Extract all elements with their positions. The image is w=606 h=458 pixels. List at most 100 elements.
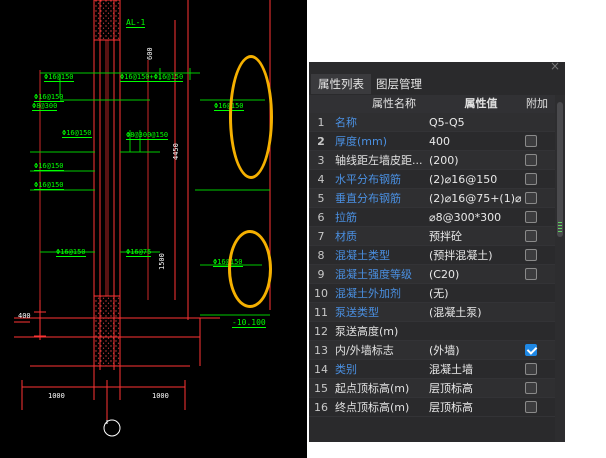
property-row[interactable]: 10 混凝土外加剂 (无) <box>309 284 555 303</box>
property-name: 起点顶标高(m) <box>335 382 410 395</box>
property-row[interactable]: 8 混凝土类型 (预拌混凝土) <box>309 246 555 265</box>
property-row[interactable]: 3 轴线距左墙皮距... (200) <box>309 151 555 170</box>
row-index: 2 <box>317 135 325 148</box>
wall-hatch-top <box>93 0 121 41</box>
extra-checkbox[interactable] <box>525 382 537 394</box>
row-index: 9 <box>317 268 325 281</box>
property-value[interactable]: 预拌砼 <box>429 227 521 246</box>
label-rebar-5: Φ16@150 <box>62 129 92 138</box>
property-name: 水平分布钢筋 <box>335 173 401 186</box>
extra-checkbox[interactable] <box>525 249 537 261</box>
property-row[interactable]: 14 类别 混凝土墙 <box>309 360 555 379</box>
property-rows: 1 名称 Q5-Q5 2 厚度(mm) 400 3 轴线距左墙皮距... (200) 4 水平分布钢… <box>309 113 555 417</box>
property-value[interactable]: (200) <box>429 151 521 170</box>
label-dim-1500: 1500 <box>158 253 166 270</box>
property-value[interactable]: (无) <box>429 284 521 303</box>
extra-checkbox[interactable] <box>525 230 537 242</box>
property-value[interactable]: (C20) <box>429 265 521 284</box>
property-name: 垂直分布钢筋 <box>335 192 401 205</box>
column-header-value[interactable]: 属性值 <box>437 95 525 113</box>
label-rebar-2: Φ16@150+Φ16@150 <box>120 73 184 82</box>
panel-tabs: 属性列表 图层管理 <box>309 74 565 94</box>
extra-checkbox[interactable] <box>525 363 537 375</box>
property-row[interactable]: 1 名称 Q5-Q5 <box>309 113 555 132</box>
label-dim-4450: 4450 <box>172 143 180 160</box>
axis-bubble <box>103 419 121 437</box>
row-index: 14 <box>314 363 328 376</box>
cad-drawing-canvas[interactable]: AL-1 Φ16@150 Φ16@150+Φ16@150 Φ16@150 Φ8@300 Φ… <box>0 0 307 458</box>
property-value[interactable]: (2)⌀16@75+(1)⌀ <box>429 189 521 208</box>
label-dim-600: 600 <box>146 47 154 60</box>
property-row[interactable]: 16 终点顶标高(m) 层顶标高 <box>309 398 555 417</box>
highlight-circle-lower <box>228 230 272 308</box>
label-rebar-1: Φ16@150 <box>44 73 74 82</box>
property-row[interactable]: 2 厚度(mm) 400 <box>309 132 555 151</box>
property-name: 泵送高度(m) <box>335 325 399 338</box>
property-name: 混凝土外加剂 <box>335 287 401 300</box>
property-name: 混凝土强度等级 <box>335 268 412 281</box>
property-value[interactable]: (混凝土泵) <box>429 303 521 322</box>
property-name: 内/外墙标志 <box>335 344 394 357</box>
property-name: 终点顶标高(m) <box>335 401 410 414</box>
row-index: 4 <box>317 173 325 186</box>
property-value[interactable]: 层顶标高 <box>429 398 521 417</box>
row-index: 16 <box>314 401 328 414</box>
extra-checkbox[interactable] <box>525 135 537 147</box>
row-index: 10 <box>314 287 328 300</box>
property-name: 轴线距左墙皮距... <box>335 154 423 167</box>
row-index: 11 <box>314 306 328 319</box>
row-index: 7 <box>317 230 325 243</box>
property-row[interactable]: 11 泵送类型 (混凝土泵) <box>309 303 555 322</box>
property-row[interactable]: 6 拉筋 ⌀8@300*300 <box>309 208 555 227</box>
row-index: 3 <box>317 154 325 167</box>
property-value[interactable]: 层顶标高 <box>429 379 521 398</box>
label-al1: AL-1 <box>126 18 146 28</box>
extra-checkbox[interactable] <box>525 154 537 166</box>
row-index: 13 <box>314 344 328 357</box>
property-row[interactable]: 7 材质 预拌砼 <box>309 227 555 246</box>
scrollbar-thumb[interactable] <box>557 102 563 237</box>
extra-checkbox[interactable] <box>525 211 537 223</box>
label-dim-400: 400 <box>18 312 31 320</box>
wall-hatch-bottom <box>93 295 121 367</box>
column-header-extra[interactable]: 附加 <box>519 95 555 113</box>
property-value[interactable]: 混凝土墙 <box>429 360 521 379</box>
property-name: 材质 <box>335 230 357 243</box>
grid-header: 属性名称 属性值 附加 <box>309 95 555 113</box>
property-name: 拉筋 <box>335 211 357 224</box>
property-value[interactable]: (外墙) <box>429 341 521 360</box>
label-rebar-10: Φ16@150 <box>56 248 86 257</box>
property-row[interactable]: 13 内/外墙标志 (外墙) <box>309 341 555 360</box>
property-value[interactable]: (预拌混凝土) <box>429 246 521 265</box>
property-value[interactable]: ⌀8@300*300 <box>429 208 521 227</box>
extra-checkbox[interactable] <box>525 268 537 280</box>
property-value[interactable]: (2)⌀16@150 <box>429 170 521 189</box>
property-row[interactable]: 5 垂直分布钢筋 (2)⌀16@75+(1)⌀ <box>309 189 555 208</box>
extra-checkbox[interactable] <box>525 344 537 356</box>
property-name: 泵送类型 <box>335 306 379 319</box>
tab-property-list[interactable]: 属性列表 <box>311 74 371 94</box>
extra-checkbox[interactable] <box>525 401 537 413</box>
extra-checkbox[interactable] <box>525 192 537 204</box>
highlight-circle-upper <box>229 55 273 179</box>
row-index: 12 <box>314 325 328 338</box>
label-rebar-7: Φ16@150 <box>34 162 64 171</box>
property-row[interactable]: 9 混凝土强度等级 (C20) <box>309 265 555 284</box>
property-name: 名称 <box>335 116 357 129</box>
row-index: 8 <box>317 249 325 262</box>
property-row[interactable]: 15 起点顶标高(m) 层顶标高 <box>309 379 555 398</box>
property-name: 类别 <box>335 363 357 376</box>
column-header-name[interactable]: 属性名称 <box>339 95 449 113</box>
extra-checkbox[interactable] <box>525 173 537 185</box>
row-index: 6 <box>317 211 325 224</box>
property-value[interactable]: Q5-Q5 <box>429 113 521 132</box>
row-index: 1 <box>317 116 325 129</box>
label-rebar-6: Φ8@300@150 <box>126 131 169 140</box>
property-value[interactable]: 400 <box>429 132 521 151</box>
property-panel: × 属性列表 图层管理 属性名称 属性值 附加 1 名称 Q5-Q5 2 厚度(mm) 4… <box>309 62 565 442</box>
property-name: 厚度(mm) <box>335 135 388 148</box>
close-icon[interactable]: × <box>550 62 560 73</box>
property-row[interactable]: 12 泵送高度(m) <box>309 322 555 341</box>
property-row[interactable]: 4 水平分布钢筋 (2)⌀16@150 <box>309 170 555 189</box>
tab-layer-management[interactable]: 图层管理 <box>369 74 429 94</box>
